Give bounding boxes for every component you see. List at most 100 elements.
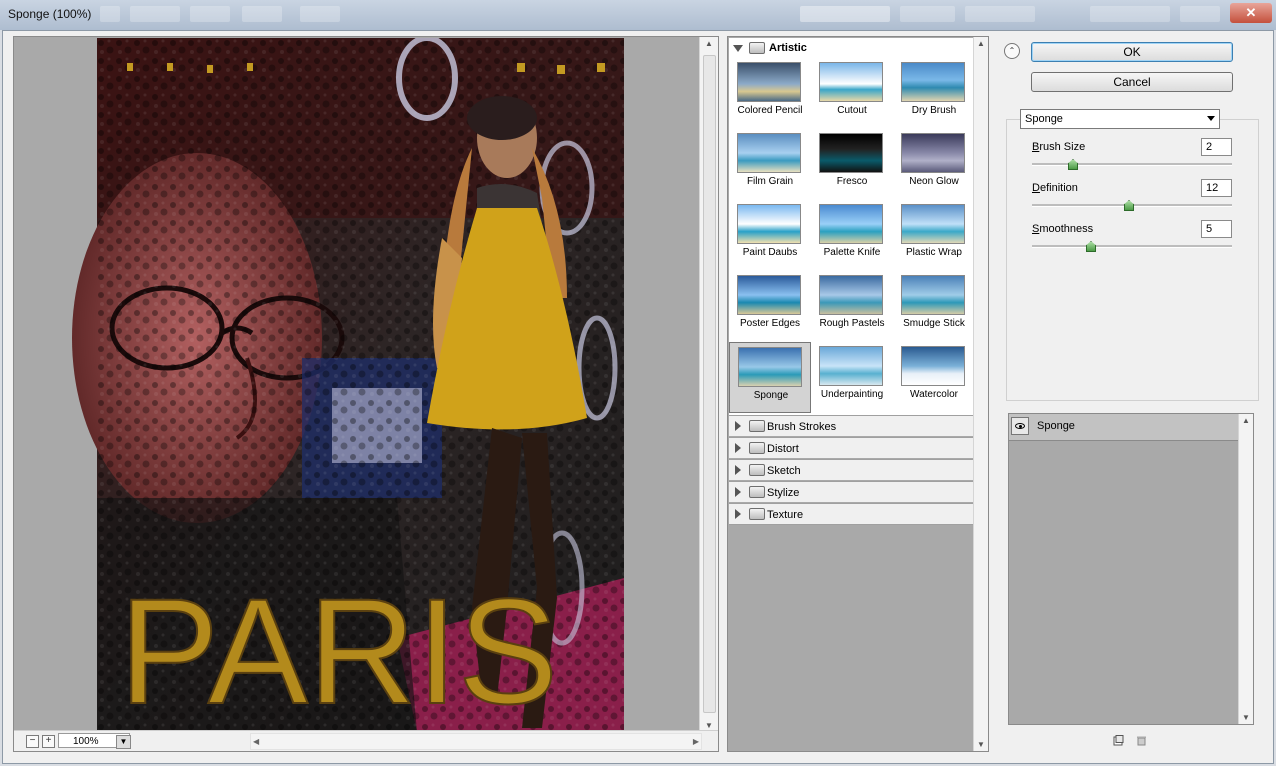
filter-list-scrollbar[interactable]: ▲ ▼ [973,37,988,751]
brush-size-label: Brush Size [1032,141,1086,153]
filter-smudge-stick[interactable]: Smudge Stick [893,271,975,342]
filter-select[interactable]: Sponge [1020,109,1220,129]
workspace-tab-painting [965,6,1035,22]
workspace-tab-essentials [800,6,890,22]
scroll-right-arrow-icon[interactable]: ▶ [693,734,699,749]
zoom-in-button[interactable]: + [42,735,55,748]
category-label: Brush Strokes [767,421,837,433]
filter-paint-daubs[interactable]: Paint Daubs [729,200,811,271]
filter-label: Paint Daubs [742,247,798,258]
category-texture[interactable]: Texture [729,503,974,525]
preview-vertical-scrollbar[interactable]: ▲ ▼ [699,37,718,733]
filter-label: Neon Glow [909,176,959,187]
zoom-out-button[interactable]: − [26,735,39,748]
filter-label: Rough Pastels [819,318,885,329]
filter-plastic-wrap[interactable]: Plastic Wrap [893,200,975,271]
scroll-left-arrow-icon[interactable]: ◀ [253,734,259,749]
category-label: Texture [767,509,804,521]
filter-categories-panel: Artistic Colored Pencil Cutout Dry Brush [727,36,989,752]
definition-input[interactable]: 12 [1201,179,1232,197]
filter-film-grain[interactable]: Film Grain [729,129,811,200]
collapse-gallery-icon[interactable]: ⌃ [1004,43,1020,59]
category-sketch[interactable]: Sketch [729,459,974,480]
filter-gallery-dialog: PARIS ▲ ▼ − + 100% ▼ ◀ ▶ Artistic Colore… [2,30,1274,764]
category-artistic: Artistic Colored Pencil Cutout Dry Brush [729,38,974,415]
collapsed-triangle-icon[interactable] [735,487,741,497]
layers-scrollbar[interactable]: ▲ ▼ [1238,414,1253,724]
effect-layer-row[interactable]: Sponge [1009,414,1240,441]
filter-sponge[interactable]: Sponge [729,342,811,413]
close-button[interactable]: ✕ [1230,3,1272,23]
cs-live-icon [1090,6,1170,22]
preview-area[interactable]: PARIS [15,38,698,732]
filter-neon-glow[interactable]: Neon Glow [893,129,975,200]
preview-horizontal-scrollbar[interactable]: ◀ ▶ [250,733,702,750]
window-title: Sponge (100%) [8,7,92,21]
collapsed-triangle-icon[interactable] [735,509,741,519]
filter-cutout[interactable]: Cutout [811,58,893,129]
preview-image: PARIS [15,38,698,732]
bridge-icon [100,6,120,22]
brush-size-slider[interactable] [1032,163,1232,166]
dropdown-arrow-icon[interactable] [1207,116,1215,121]
definition-label: Definition [1032,182,1078,194]
smoothness-slider[interactable] [1032,245,1232,248]
filter-palette-knife[interactable]: Palette Knife [811,200,893,271]
cancel-button[interactable]: Cancel [1031,72,1233,92]
collapsed-triangle-icon[interactable] [735,465,741,475]
category-artistic-header[interactable]: Artistic [729,38,974,58]
filter-label: Plastic Wrap [906,247,962,258]
arrange-icon [242,6,282,22]
scroll-up-arrow-icon[interactable]: ▲ [974,39,988,48]
folder-icon [749,486,765,498]
ok-button[interactable]: OK [1031,42,1233,62]
scroll-up-arrow-icon[interactable]: ▲ [700,37,718,51]
filter-label: Film Grain [746,176,794,187]
category-brush-strokes[interactable]: Brush Strokes [729,415,974,436]
folder-icon [749,442,765,454]
filter-colored-pencil[interactable]: Colored Pencil [729,58,811,129]
filter-thumbnail [819,346,883,386]
brush-size-input[interactable]: 2 [1201,138,1232,156]
filter-label: Cutout [837,105,867,116]
filter-label: Watercolor [910,389,958,400]
collapsed-triangle-icon[interactable] [735,421,741,431]
filter-label: Smudge Stick [903,318,965,329]
filter-poster-edges[interactable]: Poster Edges [729,271,811,342]
filter-dry-brush[interactable]: Dry Brush [893,58,975,129]
category-label: Stylize [767,487,800,499]
filter-thumbnail [901,346,965,386]
vertical-scroll-thumb[interactable] [703,55,716,713]
filter-thumbnail [819,275,883,315]
filter-rough-pastels[interactable]: Rough Pastels [811,271,893,342]
filter-watercolor[interactable]: Watercolor [893,342,975,413]
collapsed-triangle-icon[interactable] [735,443,741,453]
category-stylize[interactable]: Stylize [729,481,974,502]
category-distort[interactable]: Distort [729,437,974,458]
smoothness-label: Smoothness [1032,223,1094,235]
category-artistic-label: Artistic [769,42,807,54]
view-extras-icon [190,6,230,22]
scroll-down-arrow-icon[interactable]: ▼ [1239,713,1253,722]
new-effect-layer-icon[interactable] [1113,735,1124,746]
effect-layer-name: Sponge [1037,420,1075,432]
folder-icon [749,420,765,432]
scroll-up-arrow-icon[interactable]: ▲ [1239,416,1253,425]
filter-thumbnail [901,204,965,244]
preview-frame: PARIS ▲ ▼ − + 100% ▼ ◀ ▶ [13,36,719,752]
expanded-triangle-icon[interactable] [733,45,743,52]
filter-thumbnail [737,204,801,244]
smoothness-input[interactable]: 5 [1201,220,1232,238]
filter-thumbnail [737,62,801,102]
filter-settings-panel [1006,119,1259,401]
delete-effect-layer-icon[interactable] [1136,735,1147,746]
title-bar: Sponge (100%) ✕ [0,0,1276,30]
scroll-down-arrow-icon[interactable]: ▼ [974,740,988,749]
zoom-dropdown-icon[interactable]: ▼ [116,735,131,749]
filter-underpainting[interactable]: Underpainting [811,342,893,413]
filter-thumbnail [901,275,965,315]
filter-label: Dry Brush [911,105,957,116]
category-label: Sketch [767,465,801,477]
filter-fresco[interactable]: Fresco [811,129,893,200]
visibility-eye-icon[interactable] [1011,417,1029,435]
